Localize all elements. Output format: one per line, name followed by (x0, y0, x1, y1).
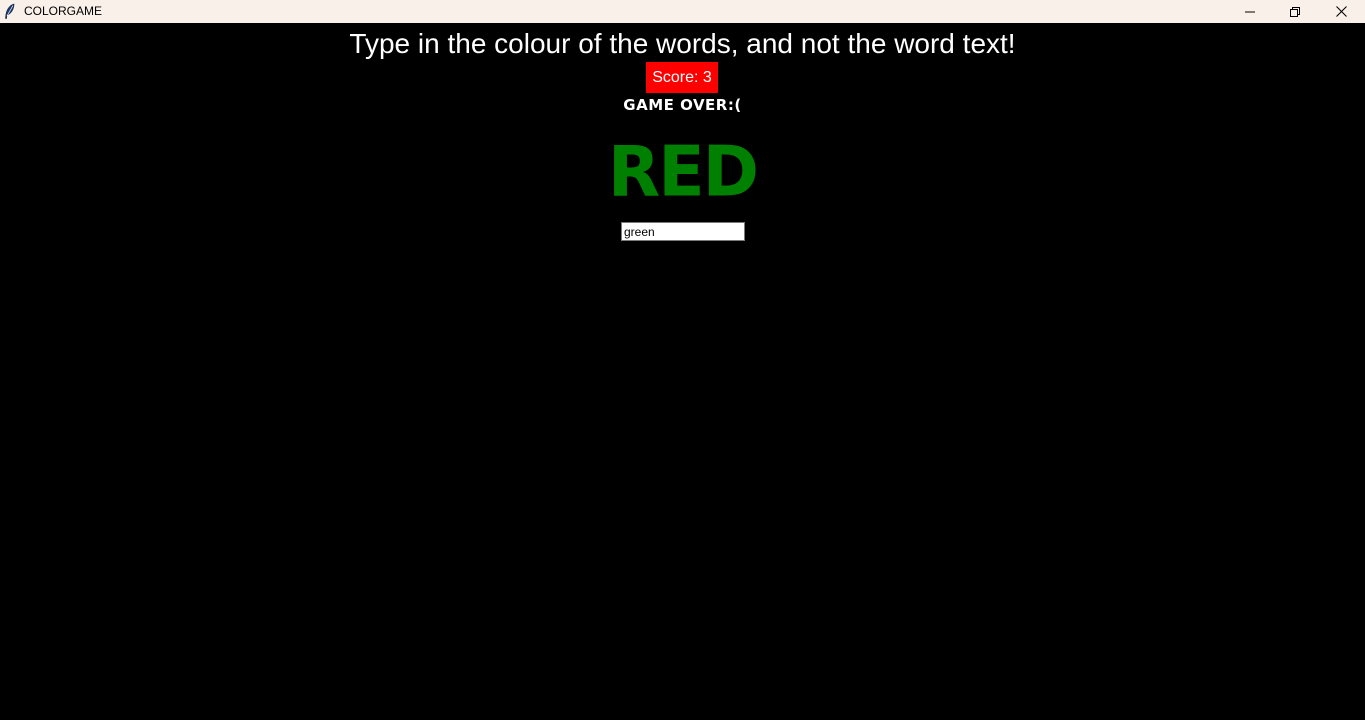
close-icon (1335, 6, 1347, 17)
restore-icon (1290, 6, 1300, 17)
instructions-label: Type in the colour of the words, and not… (349, 28, 1016, 59)
restore-button[interactable] (1272, 0, 1318, 23)
window-title: COLORGAME (24, 4, 103, 18)
title-bar[interactable]: COLORGAME (0, 0, 1365, 23)
feather-icon (4, 3, 16, 20)
game-status-label: GAME OVER:( (623, 96, 742, 114)
close-button[interactable] (1318, 0, 1364, 23)
color-word-label: RED (607, 132, 759, 213)
answer-input[interactable] (621, 222, 745, 241)
game-area: Type in the colour of the words, and not… (0, 23, 1365, 720)
minimize-icon (1245, 7, 1255, 17)
score-label: Score: 3 (646, 62, 718, 93)
game-window: COLORGAME Type in the colour of the word… (0, 0, 1365, 720)
minimize-button[interactable] (1227, 0, 1273, 23)
